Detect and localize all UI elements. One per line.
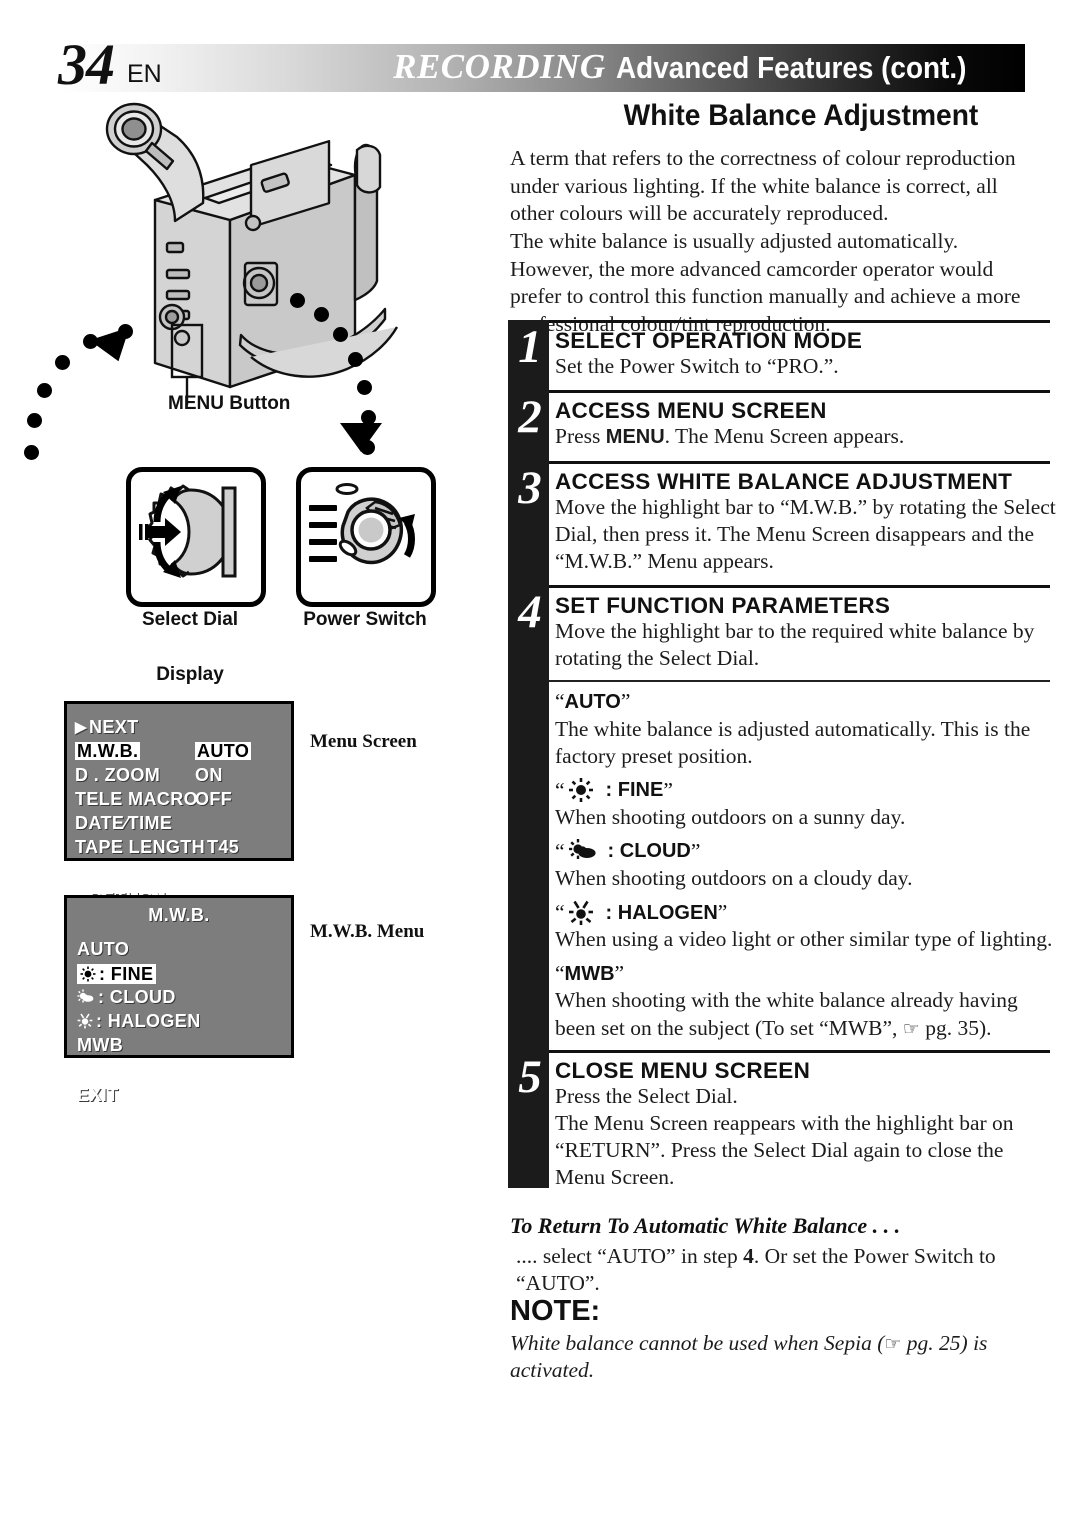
option-cloud-heading: “ : CLOUD” <box>555 838 701 863</box>
osd-telemacro-label: TELE MACRO <box>75 789 198 809</box>
step-3-body: Move the highlight bar to “M.W.B.” by ro… <box>555 494 1056 573</box>
mwb-osd-row-halogen: : HALOGEN <box>77 1012 201 1030</box>
step-5: 5 CLOSE MENU SCREEN Press the Select Dia… <box>500 1053 1080 1200</box>
play-arrow-icon: ▶ <box>75 718 87 736</box>
page-title: White Balance Adjustment <box>623 99 979 132</box>
mwb-osd-row-mwb: MWB <box>77 1035 124 1055</box>
mwb-osd-cloud-label: : CLOUD <box>98 987 176 1007</box>
option-auto-heading: “AUTO” <box>555 689 631 714</box>
power-switch-icon-box <box>296 467 436 607</box>
note-text: White balance cannot be used when Sepia … <box>510 1331 988 1383</box>
halogen-icon <box>77 1013 93 1029</box>
option-mwb-body: When shooting with the white balance alr… <box>555 988 1018 1040</box>
osd-row-mwb: M.W.B. <box>75 741 141 761</box>
return-to-auto-body: .... select “AUTO” in step 4. Or set the… <box>516 1244 996 1296</box>
option-auto: “AUTO” The white balance is adjusted aut… <box>500 682 1080 770</box>
mwb-osd-halogen-label: : HALOGEN <box>96 1011 201 1031</box>
step-3-number: 3 <box>518 461 542 514</box>
option-auto-body: The white balance is adjusted automatica… <box>555 717 1031 769</box>
option-halogen-heading: “ : HALOGEN” <box>555 899 728 925</box>
step-2-body: Press MENU. The Menu Screen appears. <box>555 424 905 449</box>
menu-screen-osd: ▶ NEXT M.W.B. AUTO D . ZOOM ON TELE MACRO… <box>64 701 294 908</box>
step-1-number: 1 <box>518 321 542 373</box>
osd-mwb-value: AUTO <box>195 741 252 761</box>
fine-sun-icon <box>80 966 96 982</box>
select-dial-caption: Select Dial <box>141 609 239 630</box>
menu-keyword: MENU <box>605 426 665 449</box>
display-label: Display <box>156 664 224 685</box>
step-1-heading: SELECT OPERATION MODE <box>555 328 863 353</box>
fine-sun-icon <box>568 778 593 803</box>
intro-paragraph: A term that refers to the correctness of… <box>510 145 1036 338</box>
power-switch-caption: Power Switch <box>303 609 427 630</box>
mwb-osd-fine-label: : FINE <box>99 964 154 984</box>
mwb-osd-title: M.W.B. <box>148 905 210 925</box>
step-4-body: Move the highlight bar to the required w… <box>555 619 1035 671</box>
option-mwb: “MWB” When shooting with the white balan… <box>500 954 1080 1042</box>
select-dial-icon <box>139 484 237 578</box>
header-title-sub: Advanced Features (cont.) <box>615 50 967 85</box>
step-5-heading: CLOSE MENU SCREEN <box>555 1057 811 1083</box>
camcorder-illustration <box>105 102 399 405</box>
osd-row-next: ▶ NEXT <box>75 717 139 737</box>
step-1-body: Set the Power Switch to “PRO.”. <box>555 354 839 379</box>
return-to-auto-heading: To Return To Automatic White Balance . .… <box>510 1213 901 1238</box>
mwb-osd-row-cloud: : CLOUD <box>77 988 176 1006</box>
note-label: NOTE: <box>510 1295 601 1327</box>
pointing-hand-icon: ☞ <box>902 1017 920 1040</box>
step-4-number: 4 <box>518 586 542 639</box>
option-mwb-heading: “MWB” <box>555 960 625 985</box>
header-title: RECORDING Advanced Features (cont.) <box>393 47 1005 87</box>
step-5-number: 5 <box>518 1050 542 1103</box>
mwb-osd-exit: EXIT <box>77 1085 119 1105</box>
step-3: 3 ACCESS WHITE BALANCE ADJUSTMENT Move t… <box>500 464 1080 585</box>
step-2-number: 2 <box>518 391 542 444</box>
menu-screen-caption: Menu Screen <box>310 731 417 752</box>
step-4-heading: SET FUNCTION PARAMETERS <box>555 593 891 619</box>
option-fine-body: When shooting outdoors on a sunny day. <box>555 805 906 830</box>
osd-dzoom-value: ON <box>195 765 223 785</box>
step-2-heading: ACCESS MENU SCREEN <box>555 398 827 424</box>
step-1: 1 SELECT OPERATION MODE Set the Power Sw… <box>500 323 1080 390</box>
menu-button-label: MENU Button <box>168 393 291 414</box>
manual-page: 34 EN RECORDING Advanced Features (cont.… <box>0 0 1080 1533</box>
cloud-sun-icon <box>77 989 94 1003</box>
option-fine: “ : FINE” When shooting outdoors on a su… <box>500 771 1080 832</box>
osd-tapelength-value: T45 <box>207 837 240 857</box>
mwb-osd-row-auto: AUTO <box>77 939 130 959</box>
step-5-body: Press the Select Dial. The Menu Screen r… <box>555 1083 1014 1190</box>
osd-datetime-label: DATE∕TIME <box>75 813 173 833</box>
halogen-icon <box>568 900 593 925</box>
step-2: 2 ACCESS MENU SCREEN Press MENU. The Men… <box>500 393 1080 460</box>
right-content-column: White Balance Adjustment A term that ref… <box>500 0 1080 1533</box>
power-switch-icon <box>309 483 415 565</box>
header-title-main: RECORDING <box>393 47 606 86</box>
mwb-osd-row-fine: : FINE <box>77 964 157 984</box>
page-language-code: EN <box>127 60 162 88</box>
step-4: 4 SET FUNCTION PARAMETERS Move the highl… <box>500 588 1080 680</box>
left-illustration-column: MENU Button Select Dial Power Switch Dis… <box>0 95 500 1525</box>
option-cloud: “ : CLOUD” When shooting outdoors on a c… <box>500 832 1080 893</box>
osd-telemacro-value: OFF <box>195 789 233 809</box>
cloud-sun-icon <box>568 839 596 860</box>
page-number: 34 <box>58 32 115 97</box>
osd-tapelength-label: TAPE LENGTH <box>75 837 206 857</box>
osd-mwb-label: M.W.B. <box>75 741 141 761</box>
return-to-auto-block: To Return To Automatic White Balance . .… <box>510 1213 1050 1297</box>
mwb-menu-osd: M.W.B. AUTO : FINE: CLOUD: HALOGEN MWB… <box>64 895 294 1104</box>
select-dial-icon-box <box>126 467 266 607</box>
step-3-heading: ACCESS WHITE BALANCE ADJUSTMENT <box>555 468 1013 494</box>
intro-line: A term that refers to the correctness of… <box>510 146 1021 336</box>
option-halogen-body: When using a video light or other simila… <box>555 927 1053 952</box>
option-cloud-body: When shooting outdoors on a cloudy day. <box>555 866 913 891</box>
pointing-hand-icon: ☞ <box>884 1333 902 1355</box>
osd-dzoom-label: D . ZOOM <box>75 765 161 785</box>
option-halogen: “ : HALOGEN” When using a video light or… <box>500 893 1080 954</box>
mwb-menu-caption: M.W.B. Menu <box>310 921 425 942</box>
option-fine-heading: “ : FINE” <box>555 777 673 803</box>
note-block: NOTE: White balance cannot be used when … <box>510 1295 1050 1384</box>
steps-list: 1 SELECT OPERATION MODE Set the Power Sw… <box>500 320 1080 1199</box>
